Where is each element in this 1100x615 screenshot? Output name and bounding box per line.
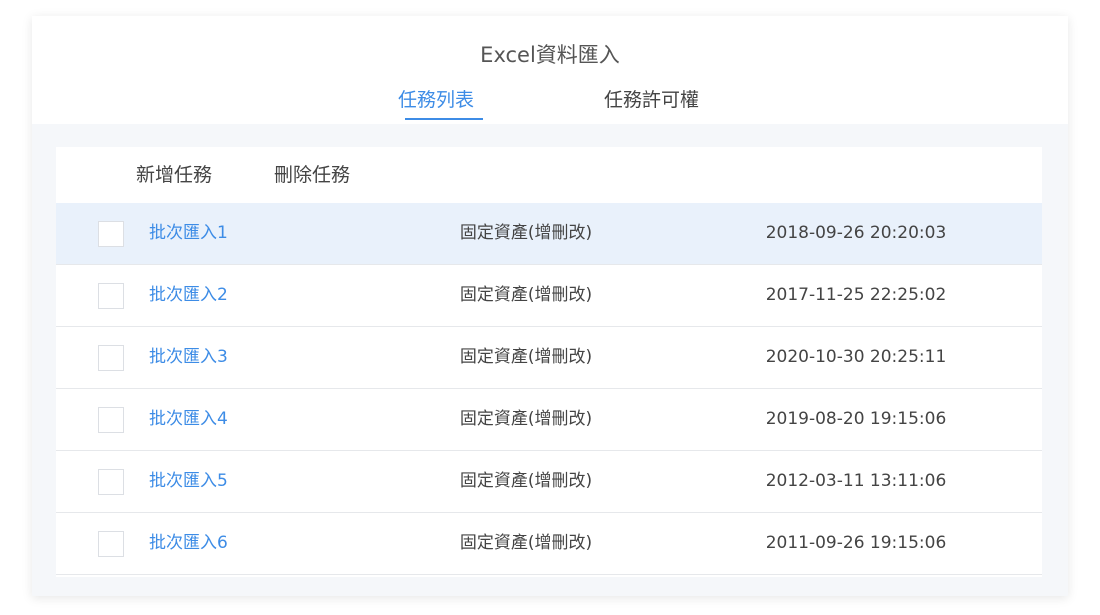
table-row[interactable]: 批次匯入2 固定資產(增刪改) 2017-11-25 22:25:02 [56,265,1042,327]
task-type: 固定資產(增刪改) [459,471,593,491]
task-name-link[interactable]: 批次匯入5 [149,468,228,494]
table-row[interactable]: 批次匯入6 固定資產(增刪改) 2011-09-26 19:15:06 [56,513,1042,575]
task-type: 固定資產(增刪改) [459,285,593,305]
task-name-link[interactable]: 批次匯入1 [149,220,228,246]
delete-task-button[interactable]: 刪除任務 [274,161,350,189]
task-list-card: 新增任務 刪除任務 批次匯入1 固定資產(增刪改) 2018-09-26 20:… [56,147,1042,577]
row-checkbox[interactable] [98,283,124,309]
task-type: 固定資產(增刪改) [459,347,593,367]
row-checkbox[interactable] [98,531,124,557]
task-name-link[interactable]: 批次匯入6 [149,530,228,556]
tab-task-permissions[interactable]: 任務許可權 [604,86,699,114]
table-row[interactable]: 批次匯入1 固定資產(增刪改) 2018-09-26 20:20:03 [56,203,1042,265]
active-tab-indicator [405,118,483,120]
import-panel: Excel資料匯入 任務列表 任務許可權 新增任務 刪除任務 批次匯入1 固定資… [32,16,1068,596]
task-name-link[interactable]: 批次匯入3 [149,344,228,370]
task-time: 2019-08-20 19:15:06 [765,409,947,429]
panel-header: Excel資料匯入 任務列表 任務許可權 [32,16,1068,124]
task-time: 2017-11-25 22:25:02 [765,285,947,305]
table-row[interactable]: 批次匯入5 固定資產(增刪改) 2012-03-11 13:11:06 [56,451,1042,513]
table-row[interactable]: 批次匯入4 固定資產(增刪改) 2019-08-20 19:15:06 [56,389,1042,451]
task-type: 固定資產(增刪改) [459,409,593,429]
tab-task-list[interactable]: 任務列表 [398,86,474,114]
row-checkbox[interactable] [98,221,124,247]
task-name-link[interactable]: 批次匯入2 [149,282,228,308]
toolbar: 新增任務 刪除任務 [56,147,1042,203]
row-checkbox[interactable] [98,469,124,495]
table-row[interactable]: 批次匯入3 固定資產(增刪改) 2020-10-30 20:25:11 [56,327,1042,389]
task-type: 固定資產(增刪改) [459,223,593,243]
add-task-button[interactable]: 新增任務 [136,161,212,189]
row-checkbox[interactable] [98,345,124,371]
row-checkbox[interactable] [98,407,124,433]
task-name-link[interactable]: 批次匯入4 [149,406,228,432]
task-type: 固定資產(增刪改) [459,533,593,553]
page-title: Excel資料匯入 [480,43,620,67]
task-time: 2020-10-30 20:25:11 [765,347,947,367]
task-time: 2011-09-26 19:15:06 [765,533,947,553]
task-time: 2012-03-11 13:11:06 [765,471,947,491]
task-time: 2018-09-26 20:20:03 [765,223,947,243]
